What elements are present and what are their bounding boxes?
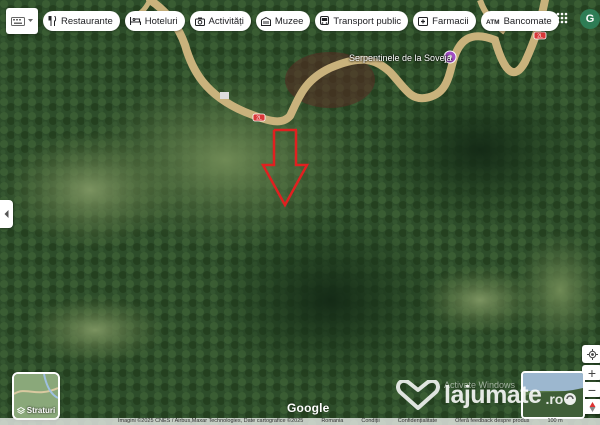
meadow-area (25, 295, 165, 365)
filter-chip-transport-public[interactable]: Transport public (315, 11, 409, 31)
satellite-map[interactable]: 2L 2L 2L (0, 0, 600, 425)
account-avatar[interactable]: G (580, 9, 600, 29)
caret-down-icon (28, 19, 33, 22)
layers-icon (16, 406, 25, 414)
bus-icon (320, 16, 330, 25)
compass-icon (589, 401, 595, 412)
footer-feedback-link[interactable]: Oferă feedback despre produs (455, 418, 529, 425)
bed-icon (129, 17, 141, 25)
google-logo: Google (287, 401, 330, 415)
road-shield: 2L (252, 113, 266, 122)
filter-chip-muzee[interactable]: Muzee (255, 11, 311, 31)
watermark-tld: .ro (545, 391, 564, 407)
watermark-brand: lajumate (444, 380, 542, 409)
poi-label[interactable]: Serpentinele de la Soveja (349, 53, 452, 63)
svg-text:ATM: ATM (486, 19, 500, 25)
footer-region[interactable]: Romania (321, 418, 343, 425)
map-footer: Imagini ©2025 CNES / Airbus,Maxar Techno… (0, 418, 600, 425)
museum-icon (260, 16, 271, 26)
dense-forest (210, 210, 450, 390)
filter-chip-restaurante[interactable]: Restaurante (43, 11, 120, 31)
footer-terms-link[interactable]: Condiții (361, 418, 379, 425)
crosshair-icon (586, 348, 598, 360)
building (220, 92, 229, 99)
chip-label: Bancomate (503, 15, 552, 27)
fork-knife-icon (48, 16, 57, 26)
plus-icon: + (587, 364, 597, 381)
chip-label: Muzee (274, 15, 304, 27)
filter-chip-activitati[interactable]: Activități (189, 11, 251, 31)
chip-label: Farmacii (432, 15, 469, 27)
layers-toggle[interactable]: Straturi (12, 372, 60, 420)
apps-grid-icon[interactable] (556, 12, 568, 24)
my-location-button[interactable] (582, 345, 600, 363)
imagery-credit: Imagini ©2025 CNES / Airbus,Maxar Techno… (118, 418, 304, 424)
meadow-area (0, 130, 180, 250)
chip-label: Activități (208, 15, 244, 27)
scale-bar-label[interactable]: 100 m (547, 418, 562, 425)
lajumate-watermark: lajumate .ro (396, 380, 563, 410)
keyboard-icon (11, 16, 25, 26)
footer-privacy-link[interactable]: Confidențialitate (398, 418, 437, 425)
chip-label: Restaurante (61, 15, 113, 27)
minus-icon: − (587, 381, 597, 398)
chevron-left-icon (4, 210, 9, 218)
pill-icon (418, 16, 429, 26)
filter-chip-hoteluri[interactable]: Hoteluri (124, 11, 185, 31)
chip-label: Transport public (333, 15, 402, 27)
top-filter-bar: Restaurante Hoteluri Activități Muzee Tr… (6, 6, 559, 36)
camera-icon (194, 17, 205, 26)
collapse-panel-button[interactable] (0, 200, 13, 228)
svg-text:2L: 2L (256, 116, 262, 122)
chip-label: Hoteluri (144, 15, 178, 27)
filter-chip-bancomate[interactable]: ATM Bancomate (480, 11, 559, 31)
layers-label-row: Straturi (14, 406, 58, 415)
filter-chip-farmacii[interactable]: Farmacii (413, 11, 476, 31)
heart-logo-icon (396, 380, 440, 410)
layers-label: Straturi (26, 406, 56, 415)
atm-icon: ATM (486, 19, 500, 25)
keyboard-button[interactable] (6, 8, 38, 34)
dense-forest (370, 70, 590, 230)
